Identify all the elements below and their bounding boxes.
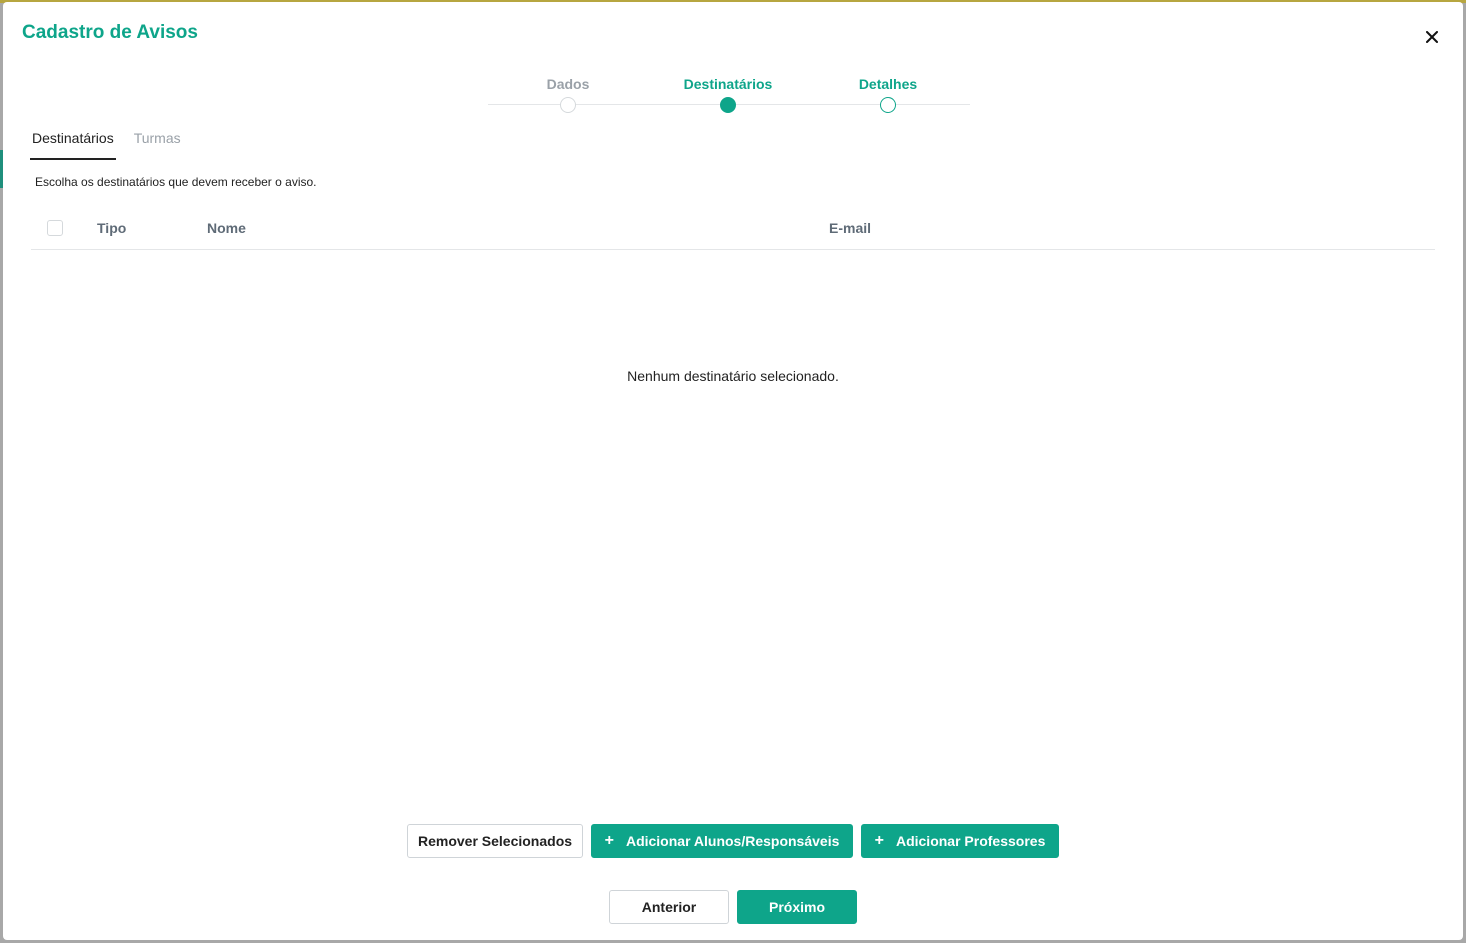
add-teachers-button[interactable]: + Adicionar Professores [861, 824, 1059, 858]
modal-title: Cadastro de Avisos [22, 22, 198, 43]
step-dados[interactable]: Dados [498, 74, 638, 113]
step-label: Destinatários [683, 76, 773, 92]
recipient-tabs: Destinatários Turmas [30, 124, 183, 160]
remove-selected-button[interactable]: Remover Selecionados [407, 824, 583, 858]
select-all-checkbox[interactable] [47, 220, 63, 236]
step-detalhes[interactable]: Detalhes [818, 74, 958, 113]
close-icon [1426, 31, 1438, 43]
plus-icon: + [604, 832, 614, 849]
step-label: Dados [546, 76, 590, 92]
tab-turmas[interactable]: Turmas [132, 124, 183, 160]
column-header-tipo[interactable]: Tipo [97, 220, 126, 236]
recipients-table-header: Tipo Nome E-mail [31, 207, 1435, 250]
step-dot-icon [720, 97, 736, 113]
plus-icon: + [874, 832, 884, 849]
button-label: Adicionar Alunos/Responsáveis [625, 833, 840, 849]
instruction-text: Escolha os destinatários que devem receb… [35, 175, 317, 189]
wizard-stepper: Dados Destinatários Detalhes [488, 74, 970, 118]
step-dot-icon [880, 97, 896, 113]
button-label: Adicionar Professores [895, 833, 1046, 849]
next-button[interactable]: Próximo [737, 890, 857, 924]
tab-destinatarios[interactable]: Destinatários [30, 124, 116, 160]
button-label: Remover Selecionados [417, 833, 573, 849]
close-button[interactable] [1421, 26, 1443, 48]
notice-registration-modal: Cadastro de Avisos Dados Destinatários D… [3, 2, 1463, 940]
step-label: Detalhes [858, 76, 918, 92]
add-students-button[interactable]: + Adicionar Alunos/Responsáveis [591, 824, 853, 858]
button-label: Próximo [768, 899, 825, 915]
button-label: Anterior [641, 899, 697, 915]
empty-table-message: Nenhum destinatário selecionado. [627, 368, 839, 384]
step-dot-icon [560, 97, 576, 113]
previous-button[interactable]: Anterior [609, 890, 729, 924]
step-destinatarios[interactable]: Destinatários [658, 74, 798, 113]
column-header-email[interactable]: E-mail [829, 220, 871, 236]
column-header-nome[interactable]: Nome [207, 220, 246, 236]
